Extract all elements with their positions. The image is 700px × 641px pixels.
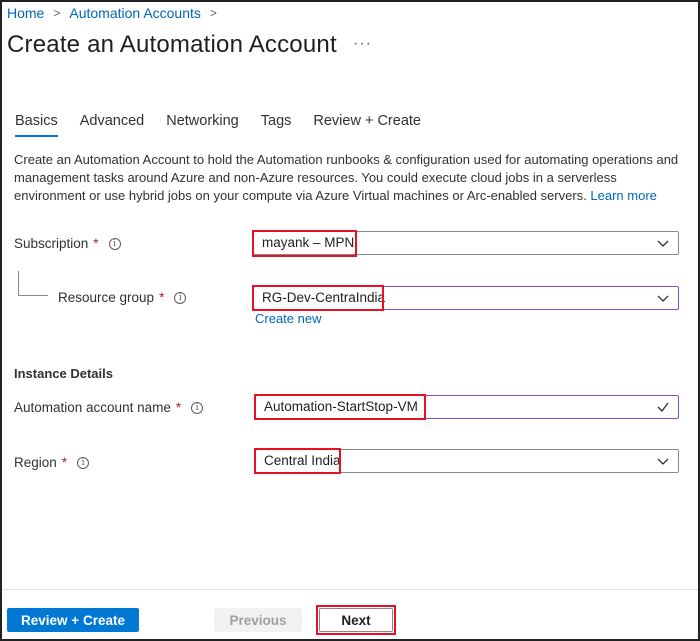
breadcrumb-home[interactable]: Home — [7, 5, 44, 21]
subscription-label: Subscription * i — [14, 236, 121, 251]
region-dropdown[interactable]: Central India — [255, 449, 679, 473]
more-options-icon[interactable]: ··· — [353, 35, 372, 53]
required-marker: * — [159, 290, 165, 305]
tree-connector — [18, 271, 48, 296]
tab-bar: Basics Advanced Networking Tags Review +… — [15, 113, 443, 137]
learn-more-link[interactable]: Learn more — [590, 188, 656, 203]
account-name-value: Automation-StartStop-VM — [264, 399, 418, 414]
review-create-button[interactable]: Review + Create — [7, 608, 139, 632]
subscription-label-text: Subscription — [14, 236, 89, 251]
tab-review-create[interactable]: Review + Create — [313, 113, 421, 137]
chevron-down-icon — [657, 295, 669, 302]
subscription-value: mayank – MPN — [262, 235, 355, 250]
description: Create an Automation Account to hold the… — [14, 151, 684, 205]
account-name-label: Automation account name * i — [14, 400, 204, 415]
info-icon[interactable]: i — [77, 456, 90, 469]
breadcrumb: Home > Automation Accounts > — [7, 5, 217, 21]
account-name-label-text: Automation account name — [14, 400, 171, 415]
next-button[interactable]: Next — [319, 608, 393, 632]
tab-networking[interactable]: Networking — [166, 113, 239, 137]
required-marker: * — [61, 455, 68, 470]
resource-group-label-text: Resource group — [58, 290, 155, 305]
region-value: Central India — [264, 453, 341, 468]
resource-group-dropdown[interactable]: RG-Dev-CentraIndia — [253, 286, 679, 310]
breadcrumb-automation-accounts[interactable]: Automation Accounts — [69, 5, 201, 21]
info-icon[interactable]: i — [174, 291, 187, 304]
chevron-right-icon: > — [209, 6, 217, 20]
subscription-dropdown[interactable]: mayank – MPN — [253, 231, 679, 255]
required-marker: * — [175, 400, 182, 415]
description-text: Create an Automation Account to hold the… — [14, 152, 679, 203]
info-icon[interactable]: i — [108, 237, 121, 250]
info-icon[interactable]: i — [191, 401, 204, 414]
page-title: Create an Automation Account — [7, 31, 337, 58]
region-label: Region * i — [14, 455, 90, 470]
resource-group-value: RG-Dev-CentraIndia — [262, 290, 386, 305]
resource-group-label: Resource group * i — [58, 290, 187, 305]
chevron-right-icon: > — [53, 6, 61, 20]
checkmark-icon — [657, 402, 669, 412]
footer-divider — [2, 589, 698, 590]
tab-tags[interactable]: Tags — [261, 113, 292, 137]
create-new-link[interactable]: Create new — [255, 311, 321, 326]
window-frame — [0, 0, 700, 641]
chevron-down-icon — [657, 240, 669, 247]
account-name-input[interactable]: Automation-StartStop-VM — [255, 395, 679, 419]
region-label-text: Region — [14, 455, 57, 470]
instance-details-heading: Instance Details — [14, 366, 113, 381]
previous-button[interactable]: Previous — [214, 608, 302, 632]
chevron-down-icon — [657, 458, 669, 465]
tab-advanced[interactable]: Advanced — [80, 113, 145, 137]
tab-basics[interactable]: Basics — [15, 113, 58, 137]
required-marker: * — [93, 236, 99, 251]
